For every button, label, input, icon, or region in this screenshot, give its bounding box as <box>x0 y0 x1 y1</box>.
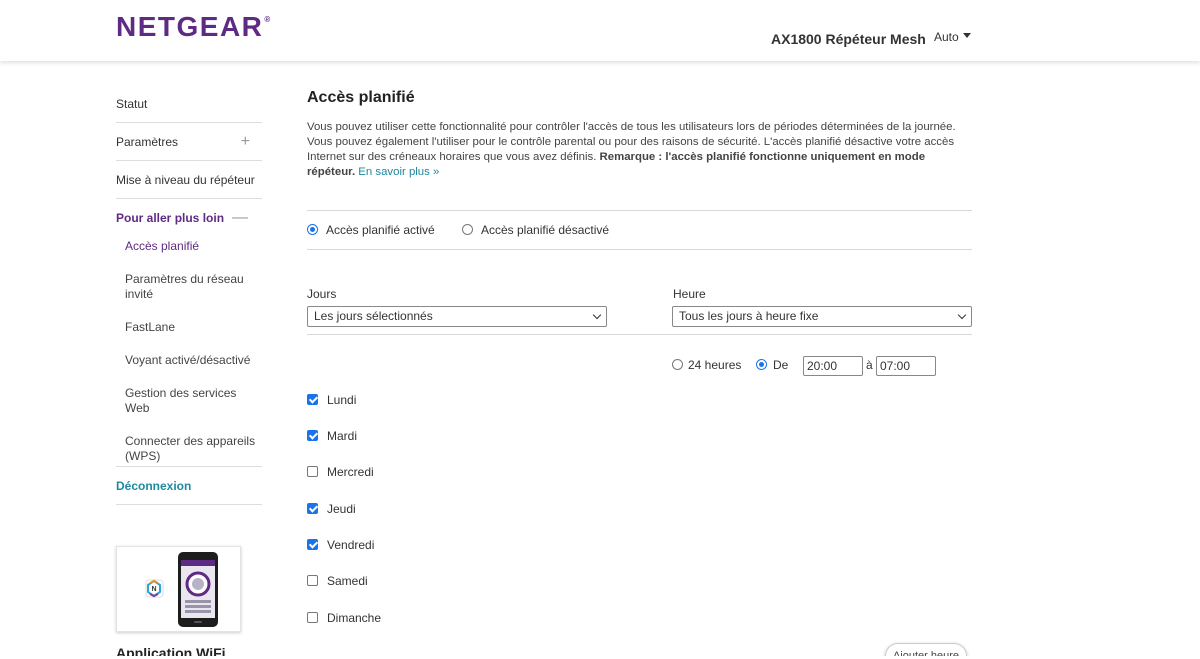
top-header: NETGEAR® AX1800 Répéteur Mesh Auto <box>0 0 1200 61</box>
caret-down-icon <box>962 33 971 38</box>
day-label: Dimanche <box>327 610 382 625</box>
wifi-app-promo-image[interactable]: N <box>116 546 241 632</box>
checkbox-checked-icon[interactable] <box>307 503 318 515</box>
sidebar-item-label: Mise à niveau du répéteur <box>116 173 255 187</box>
logo-registered-mark: ® <box>264 15 272 24</box>
day-checkbox-monday[interactable]: Lundi <box>307 392 356 407</box>
day-label: Lundi <box>327 392 357 407</box>
sidebar-item-label: Pour aller plus loin <box>116 211 225 225</box>
logout-label: Déconnexion <box>116 479 192 493</box>
day-label: Mercredi <box>327 464 374 479</box>
day-checkbox-wednesday[interactable]: Mercredi <box>307 464 374 479</box>
svg-text:N: N <box>152 586 157 593</box>
time-mode-select[interactable]: Tous les jours à heure fixe <box>672 306 972 327</box>
divider <box>307 210 972 211</box>
days-select[interactable]: Les jours sélectionnés <box>307 306 607 327</box>
day-label: Jeudi <box>327 501 356 516</box>
radio-selected-icon[interactable] <box>307 224 318 236</box>
days-label: Jours <box>307 287 337 301</box>
page-title: Accès planifié <box>307 89 415 106</box>
radio-label: Accès planifié désactivé <box>481 222 610 237</box>
phone-illustration-icon: N <box>145 552 218 627</box>
time-select-value: Tous les jours à heure fixe <box>679 309 819 323</box>
sidebar-subitem-label: Paramètres du réseau invité <box>125 272 244 301</box>
product-name: AX1800 Répéteur Mesh <box>771 31 926 47</box>
checkbox-checked-icon[interactable] <box>307 394 318 406</box>
day-checkbox-friday[interactable]: Vendredi <box>307 537 374 552</box>
sidebar-subitem-scheduled-access[interactable]: Accès planifié <box>116 239 262 272</box>
sidebar-subitem-label: Gestion des services Web <box>125 386 237 415</box>
day-label: Samedi <box>327 573 368 588</box>
logout-link[interactable]: Déconnexion <box>116 467 262 505</box>
sidebar-item-status[interactable]: Statut <box>116 85 262 123</box>
sidebar-item-label: Statut <box>116 97 148 111</box>
sidebar-subitem-wps[interactable]: Connecter des appareils (WPS) <box>116 434 262 467</box>
sidebar-subitem-web-services[interactable]: Gestion des services Web <box>116 386 262 434</box>
plus-icon[interactable]: + <box>241 123 250 161</box>
logo-text: NETGEAR <box>116 11 264 42</box>
checkbox-unchecked-icon[interactable] <box>307 612 318 624</box>
day-label: Vendredi <box>327 537 375 552</box>
sidebar: Statut Paramètres + Mise à niveau du rép… <box>116 85 262 505</box>
sidebar-subitem-label: Voyant activé/désactivé <box>125 353 251 367</box>
checkbox-checked-icon[interactable] <box>307 430 318 442</box>
sidebar-item-advanced[interactable]: Pour aller plus loin — <box>116 199 262 237</box>
sidebar-subitem-fastlane[interactable]: FastLane <box>116 320 262 353</box>
sidebar-subitem-led-toggle[interactable]: Voyant activé/désactivé <box>116 353 262 386</box>
start-time-input[interactable]: 20:00 <box>803 356 863 376</box>
checkbox-unchecked-icon[interactable] <box>307 575 318 587</box>
radio-selected-icon[interactable] <box>756 359 767 371</box>
minus-icon[interactable]: — <box>232 199 248 237</box>
end-time-input[interactable]: 07:00 <box>876 356 936 376</box>
radio-from[interactable]: De <box>756 357 788 372</box>
sidebar-subitem-label: Connecter des appareils (WPS) <box>125 434 256 463</box>
radio-scheduled-off[interactable]: Accès planifié désactivé <box>462 222 609 237</box>
language-dropdown[interactable]: Auto <box>934 30 971 44</box>
learn-more-link[interactable]: En savoir plus » <box>358 166 439 178</box>
day-checkbox-saturday[interactable]: Samedi <box>307 573 368 588</box>
app-logo-icon: N <box>145 579 164 598</box>
radio-24-hours[interactable]: 24 heures <box>672 357 741 372</box>
language-label: Auto <box>934 30 959 44</box>
divider <box>307 249 972 250</box>
day-checkbox-sunday[interactable]: Dimanche <box>307 610 381 625</box>
time-label: Heure <box>673 287 706 301</box>
sidebar-subitem-label: FastLane <box>125 320 176 334</box>
divider <box>307 334 972 335</box>
sidebar-item-firmware-upgrade[interactable]: Mise à niveau du répéteur <box>116 161 262 199</box>
chevron-down-icon <box>592 310 602 320</box>
day-checkbox-thursday[interactable]: Jeudi <box>307 501 356 516</box>
radio-scheduled-on[interactable]: Accès planifié activé <box>307 222 435 237</box>
chevron-down-icon <box>957 310 967 320</box>
radio-unselected-icon[interactable] <box>672 359 683 371</box>
sidebar-item-settings[interactable]: Paramètres + <box>116 123 262 161</box>
sidebar-item-label: Paramètres <box>116 135 179 149</box>
radio-label: De <box>773 357 789 372</box>
radio-label: 24 heures <box>688 357 742 372</box>
netgear-logo[interactable]: NETGEAR® <box>116 11 272 43</box>
page-description: Vous pouvez utiliser cette fonctionnalit… <box>307 120 972 180</box>
checkbox-checked-icon[interactable] <box>307 539 318 551</box>
radio-unselected-icon[interactable] <box>462 224 473 236</box>
sidebar-subitem-label: Accès planifié <box>125 239 200 253</box>
checkbox-unchecked-icon[interactable] <box>307 466 318 478</box>
days-select-value: Les jours sélectionnés <box>314 309 433 323</box>
radio-label: Accès planifié activé <box>326 222 435 237</box>
to-label: à <box>866 358 873 372</box>
day-checkbox-tuesday[interactable]: Mardi <box>307 428 357 443</box>
sidebar-subitem-guest-network[interactable]: Paramètres du réseau invité <box>116 272 262 320</box>
day-label: Mardi <box>327 428 358 443</box>
